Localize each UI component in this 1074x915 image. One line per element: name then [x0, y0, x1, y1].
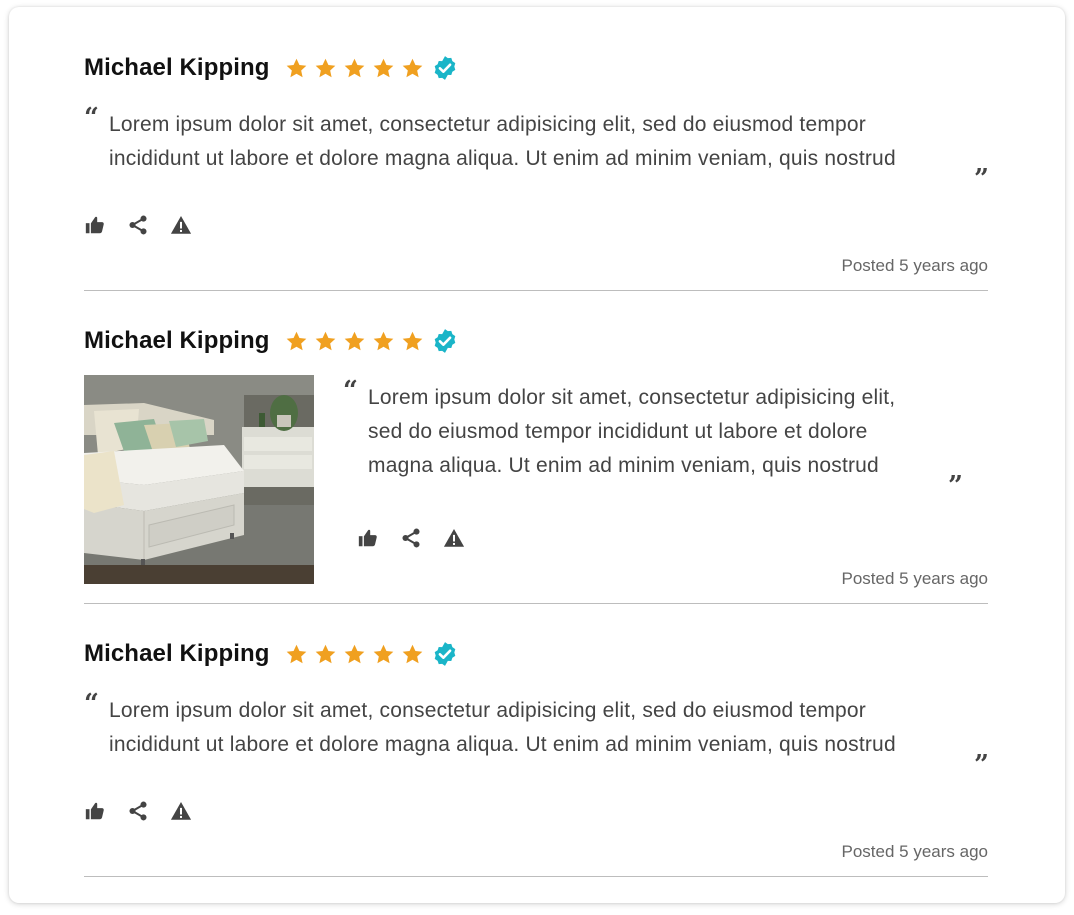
share-icon[interactable] [400, 527, 422, 549]
review-photo[interactable] [84, 375, 314, 584]
star-icon [285, 330, 308, 353]
star-icon [401, 330, 424, 353]
divider [84, 603, 988, 604]
review-item: Michael Kipping “ Lorem ipsum dolor sit … [84, 53, 989, 292]
star-icon [401, 57, 424, 80]
review-text: Lorem ipsum dolor sit amet, consectetur … [368, 381, 895, 483]
close-quote-mark: ” [948, 471, 963, 501]
review-text: Lorem ipsum dolor sit amet, consectetur … [109, 694, 896, 762]
star-icon [343, 57, 366, 80]
review-text-line: incididunt ut labore et dolore magna ali… [109, 147, 896, 170]
verified-badge-icon [432, 55, 458, 81]
warning-icon[interactable] [170, 214, 192, 236]
reviewer-name: Michael Kipping [84, 640, 270, 667]
review-text-line: magna aliqua. Ut enim ad minim veniam, q… [368, 454, 879, 477]
verified-badge-icon [432, 328, 458, 354]
review-header: Michael Kipping [84, 53, 458, 83]
review-text-line: Lorem ipsum dolor sit amet, consectetur … [109, 699, 866, 722]
share-icon[interactable] [127, 800, 149, 822]
star-icon [285, 57, 308, 80]
star-icon [314, 330, 337, 353]
review-item: Michael Kipping “ Lorem ipsum dolor sit … [84, 326, 988, 606]
warning-icon[interactable] [443, 527, 465, 549]
open-quote-mark: “ [84, 103, 99, 133]
thumbs-up-icon[interactable] [84, 214, 106, 236]
close-quote-mark: ” [974, 750, 989, 780]
review-actions [357, 527, 486, 549]
star-rating [285, 643, 430, 666]
close-quote-mark: ” [974, 164, 989, 194]
star-icon [372, 643, 395, 666]
star-rating [285, 330, 430, 353]
divider [84, 290, 988, 291]
reviews-card: Michael Kipping “ Lorem ipsum dolor sit … [9, 7, 1065, 903]
star-icon [372, 330, 395, 353]
star-icon [372, 57, 395, 80]
review-text-line: incididunt ut labore et dolore magna ali… [109, 733, 896, 756]
review-item: Michael Kipping “ Lorem ipsum dolor sit … [84, 639, 989, 879]
star-rating [285, 57, 430, 80]
share-icon[interactable] [127, 214, 149, 236]
star-icon [314, 57, 337, 80]
review-header: Michael Kipping [84, 326, 458, 356]
open-quote-mark: “ [343, 376, 358, 406]
review-text: Lorem ipsum dolor sit amet, consectetur … [109, 108, 896, 176]
reviewer-name: Michael Kipping [84, 327, 270, 354]
review-actions [84, 214, 213, 236]
open-quote-mark: “ [84, 689, 99, 719]
warning-icon[interactable] [170, 800, 192, 822]
star-icon [314, 643, 337, 666]
divider [84, 876, 988, 877]
review-text-line: Lorem ipsum dolor sit amet, consectetur … [109, 113, 866, 136]
posted-time: Posted 5 years ago [841, 256, 988, 275]
review-text-line: Lorem ipsum dolor sit amet, consectetur … [368, 386, 896, 409]
posted-time: Posted 5 years ago [841, 842, 988, 861]
star-icon [343, 643, 366, 666]
posted-time: Posted 5 years ago [841, 569, 988, 588]
reviewer-name: Michael Kipping [84, 54, 270, 81]
mattress-photo-illustration [84, 375, 314, 584]
review-actions [84, 800, 213, 822]
star-icon [285, 643, 308, 666]
thumbs-up-icon[interactable] [357, 527, 379, 549]
review-header: Michael Kipping [84, 639, 458, 669]
star-icon [343, 330, 366, 353]
verified-badge-icon [432, 641, 458, 667]
review-text-line: sed do eiusmod tempor incididunt ut labo… [368, 420, 868, 443]
star-icon [401, 643, 424, 666]
thumbs-up-icon[interactable] [84, 800, 106, 822]
